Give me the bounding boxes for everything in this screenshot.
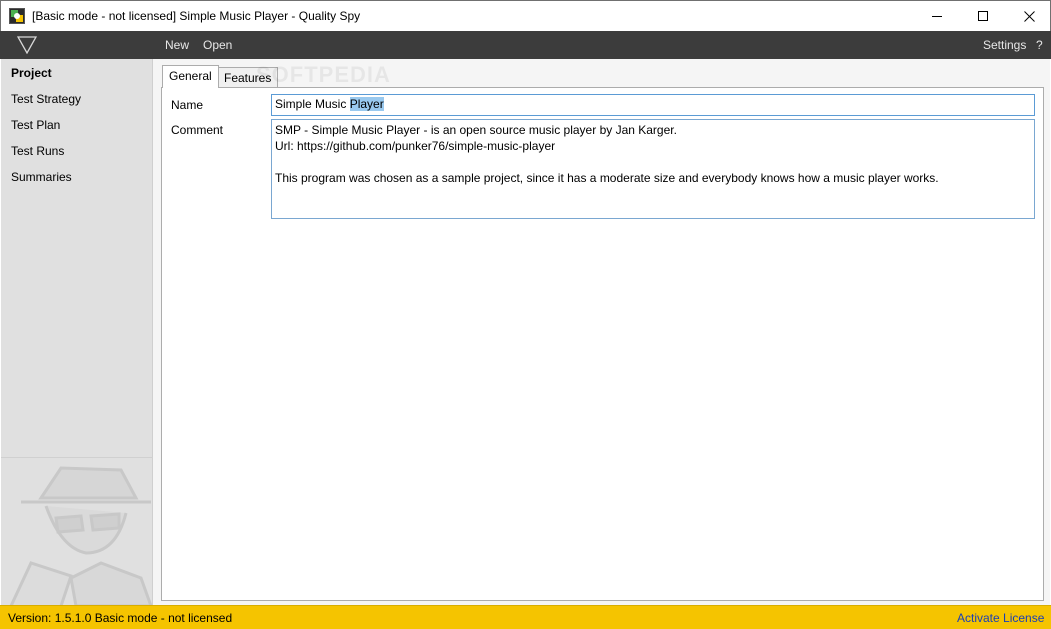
sidebar-item-test-strategy[interactable]: Test Strategy	[11, 92, 81, 106]
status-version-text: Version: 1.5.1.0 Basic mode - not licens…	[8, 611, 233, 625]
comment-label: Comment	[171, 123, 224, 137]
maximize-icon	[978, 11, 988, 21]
sidebar-item-test-runs[interactable]: Test Runs	[11, 144, 64, 158]
tab-general[interactable]: General	[162, 65, 219, 88]
activate-license-link[interactable]: Activate License	[957, 611, 1044, 625]
minimize-button[interactable]	[914, 1, 960, 31]
menu-settings[interactable]: Settings	[983, 38, 1026, 52]
sidebar-item-summaries[interactable]: Summaries	[11, 170, 72, 184]
close-button[interactable]	[1006, 1, 1051, 31]
sidebar: Project Test Strategy Test Plan Test Run…	[1, 59, 153, 605]
menu-help[interactable]: ?	[1036, 38, 1043, 52]
minimize-icon	[932, 15, 942, 17]
window-title: [Basic mode - not licensed] Simple Music…	[32, 9, 361, 23]
menu-open[interactable]: Open	[203, 38, 232, 52]
app-icon[interactable]	[9, 8, 25, 24]
name-input[interactable]: Simple Music Player	[271, 94, 1035, 116]
name-value-text: Simple Music	[275, 97, 350, 111]
sidebar-item-project[interactable]: Project	[11, 66, 52, 80]
close-icon	[1023, 10, 1035, 22]
menu-new[interactable]: New	[165, 38, 189, 52]
name-value-selection: Player	[349, 97, 384, 111]
status-bar: Version: 1.5.1.0 Basic mode - not licens…	[0, 605, 1051, 629]
sidebar-item-test-plan[interactable]: Test Plan	[11, 118, 60, 132]
title-bar: [Basic mode - not licensed] Simple Music…	[0, 0, 1051, 31]
triangle-down-logo-icon[interactable]	[17, 36, 37, 54]
spy-mascot-icon	[1, 457, 153, 605]
menu-bar	[0, 31, 1051, 59]
name-label: Name	[171, 98, 204, 112]
comment-textarea[interactable]: SMP - Simple Music Player - is an open s…	[271, 119, 1035, 219]
maximize-button[interactable]	[960, 1, 1006, 31]
tab-features[interactable]: Features	[217, 67, 279, 88]
